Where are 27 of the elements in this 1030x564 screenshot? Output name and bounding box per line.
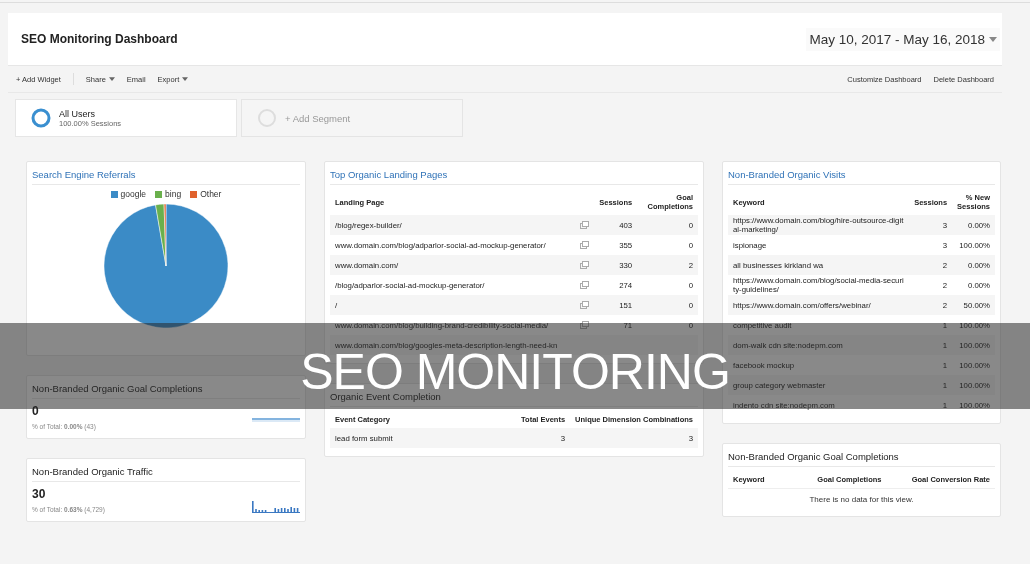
legend-label: Other <box>200 189 222 199</box>
sparkline <box>252 418 300 422</box>
segment-name: All Users <box>59 108 96 119</box>
metric-value: 0 <box>32 405 40 418</box>
legend-swatch <box>155 190 163 198</box>
legend-swatch <box>190 190 198 198</box>
ring-icon <box>257 108 277 128</box>
widget-title[interactable]: Top Organic Landing Pages <box>330 167 698 185</box>
ring-icon <box>31 108 51 128</box>
widget-title: Non-Branded Organic Traffic <box>32 464 300 482</box>
date-range-picker[interactable]: May 10, 2017 - May 16, 2018 <box>806 27 1000 51</box>
sparkline <box>252 501 300 513</box>
caret-icon <box>108 77 115 81</box>
dashboard-title: SEO Monitoring Dashboard <box>21 32 178 46</box>
caret-icon <box>989 36 997 42</box>
empty-message: There is no data for this view. <box>728 488 995 508</box>
widget-title[interactable]: Search Engine Referrals <box>32 167 300 185</box>
caret-icon <box>182 77 189 81</box>
popout-icon[interactable] <box>580 321 590 329</box>
widget-title: Non-Branded Organic Goal Completions <box>728 449 995 467</box>
legend-label: google <box>120 189 147 199</box>
widget-title: Non-Branded Organic Goal Completions <box>32 381 300 399</box>
widget-title[interactable]: Non-Branded Organic Visits <box>728 167 995 185</box>
metric-value: 30 <box>32 488 47 501</box>
legend-label: bing <box>165 189 182 199</box>
widget-title: Organic Event Completion <box>330 389 698 407</box>
legend-swatch <box>110 190 118 198</box>
